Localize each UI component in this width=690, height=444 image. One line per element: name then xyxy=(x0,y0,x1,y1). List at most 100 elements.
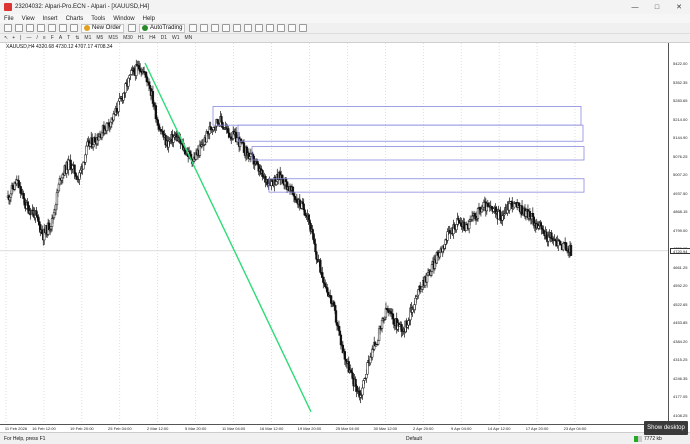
price-tick-label: 4384.20 xyxy=(673,338,688,344)
tester-icon[interactable] xyxy=(70,24,78,32)
profiles-icon[interactable] xyxy=(15,24,23,32)
channel-icon[interactable]: ≡ xyxy=(43,35,46,41)
terminal-icon[interactable] xyxy=(59,24,67,32)
time-tick-label: 25 Mar 04:00 xyxy=(335,426,360,431)
candle-body xyxy=(438,252,441,258)
candle-body xyxy=(145,76,149,82)
zoom-in-icon[interactable] xyxy=(222,24,231,32)
label-icon[interactable]: T xyxy=(67,35,70,41)
timeframe-w1[interactable]: W1 xyxy=(172,35,180,41)
time-tick-label: 19 Mar 20:00 xyxy=(297,426,322,431)
status-bar: For Help, press F1 Default 7772 kb xyxy=(0,432,690,444)
timeframe-m5[interactable]: M5 xyxy=(96,35,103,41)
current-price-marker: 4720.94 xyxy=(670,247,690,254)
timeframe-m1[interactable]: M1 xyxy=(84,35,91,41)
new-order-label: New Order xyxy=(92,25,122,31)
new-chart-icon[interactable] xyxy=(4,24,12,32)
timeframe-h4[interactable]: H4 xyxy=(149,35,155,41)
navigator-icon[interactable] xyxy=(48,24,56,32)
time-tick-label: 19 Feb 20:00 xyxy=(70,426,94,431)
new-order-icon xyxy=(84,25,90,31)
menu-insert[interactable]: Insert xyxy=(43,16,58,22)
help-text: For Help, press F1 xyxy=(4,435,46,442)
timeframe-toolbar: ↖ + | — / ≡ F A T ⇅ M1 M5 M15 M30 H1 H4 … xyxy=(0,34,690,43)
menu-window[interactable]: Window xyxy=(113,16,134,22)
candle-body xyxy=(315,251,318,260)
profile-name: Default xyxy=(406,435,422,442)
data-window-icon[interactable] xyxy=(37,24,45,32)
candle-body xyxy=(329,295,333,304)
trendline-icon[interactable]: / xyxy=(36,35,37,41)
maximize-button[interactable]: □ xyxy=(646,0,668,14)
arrows-icon[interactable]: ⇅ xyxy=(75,35,79,41)
zone-rectangle xyxy=(237,124,584,142)
chart-window[interactable]: XAUUSD,H4 4320.68 4730.12 4707.17 4708.3… xyxy=(0,43,690,432)
bar-chart-icon[interactable] xyxy=(189,24,198,32)
candle-body xyxy=(376,340,380,345)
price-tick-label: 5076.25 xyxy=(673,153,688,159)
close-button[interactable]: ✕ xyxy=(668,0,690,14)
connection-icon xyxy=(634,436,642,442)
time-tick-label: 2 Apr 20:00 xyxy=(413,426,434,431)
candle-body xyxy=(298,199,301,207)
price-tick-label: 4177.05 xyxy=(673,394,688,400)
autoscroll-icon[interactable] xyxy=(266,24,275,32)
price-tick-label: 4592.20 xyxy=(673,283,688,289)
autotrading-label: AutoTrading xyxy=(150,25,183,31)
templates-icon[interactable] xyxy=(299,24,308,32)
tile-windows-icon[interactable] xyxy=(244,24,253,32)
price-tick-label: 4315.25 xyxy=(673,357,688,363)
price-tick-label: 5352.35 xyxy=(673,79,688,85)
menu-view[interactable]: View xyxy=(22,16,35,22)
periods-icon[interactable] xyxy=(288,24,297,32)
menu-tools[interactable]: Tools xyxy=(91,16,105,22)
zoom-out-icon[interactable] xyxy=(233,24,242,32)
new-order-button[interactable]: New Order xyxy=(81,23,125,33)
price-tick-label: 5007.20 xyxy=(673,172,688,178)
line-chart-icon[interactable] xyxy=(211,24,220,32)
menu-help[interactable]: Help xyxy=(143,16,155,22)
time-tick-label: 23 Apr 04:00 xyxy=(563,426,587,431)
candlestick-icon[interactable] xyxy=(200,24,209,32)
crosshair-icon[interactable]: + xyxy=(12,35,15,41)
price-tick-label: 4661.25 xyxy=(673,264,688,270)
timeframe-m30[interactable]: M30 xyxy=(123,35,133,41)
show-desktop-tooltip: Show desktop xyxy=(644,421,688,435)
metaeditor-icon[interactable] xyxy=(128,24,137,32)
chart-shift-icon[interactable] xyxy=(255,24,264,32)
price-tick-label: 4453.85 xyxy=(673,320,688,326)
standard-toolbar: New Order AutoTrading xyxy=(0,23,690,34)
price-chart[interactable] xyxy=(0,43,668,424)
market-watch-icon[interactable] xyxy=(26,24,34,32)
menu-file[interactable]: File xyxy=(4,16,14,22)
autotrading-button[interactable]: AutoTrading xyxy=(139,23,186,33)
timeframe-mn[interactable]: MN xyxy=(185,35,193,41)
candle-body xyxy=(85,145,88,156)
candle-body xyxy=(457,218,460,221)
fibonacci-icon[interactable]: F xyxy=(51,35,54,41)
price-tick-label: 4868.15 xyxy=(673,209,688,215)
text-icon[interactable]: A xyxy=(59,35,62,41)
timeframe-d1[interactable]: D1 xyxy=(161,35,167,41)
zone-rectangle xyxy=(212,106,582,126)
horizontal-line-icon[interactable]: — xyxy=(26,35,31,41)
menu-charts[interactable]: Charts xyxy=(66,16,84,22)
timeframe-h1[interactable]: H1 xyxy=(138,35,144,41)
trendline xyxy=(144,62,312,413)
time-tick-label: 16 Mar 12:00 xyxy=(259,426,284,431)
vertical-line-icon[interactable]: | xyxy=(20,35,21,41)
price-tick-label: 4937.50 xyxy=(673,190,688,196)
timeframe-m15[interactable]: M15 xyxy=(108,35,118,41)
time-tick-label: 25 Feb 04:00 xyxy=(108,426,132,431)
candle-body xyxy=(314,243,317,253)
cursor-icon[interactable]: ↖ xyxy=(4,35,8,41)
minimize-button[interactable]: — xyxy=(624,0,646,14)
price-tick-label: 5283.65 xyxy=(673,98,688,104)
price-tick-label: 4108.25 xyxy=(673,413,688,418)
price-axis[interactable]: 5422.00 5352.35 5283.65 5214.00 5144.90 5076.… xyxy=(668,43,690,432)
time-tick-label: 11 Feb 2026 xyxy=(4,426,28,431)
candle-body xyxy=(41,229,44,235)
candle-body xyxy=(97,136,101,141)
indicators-icon[interactable] xyxy=(277,24,286,32)
zone-rectangle xyxy=(251,146,585,161)
